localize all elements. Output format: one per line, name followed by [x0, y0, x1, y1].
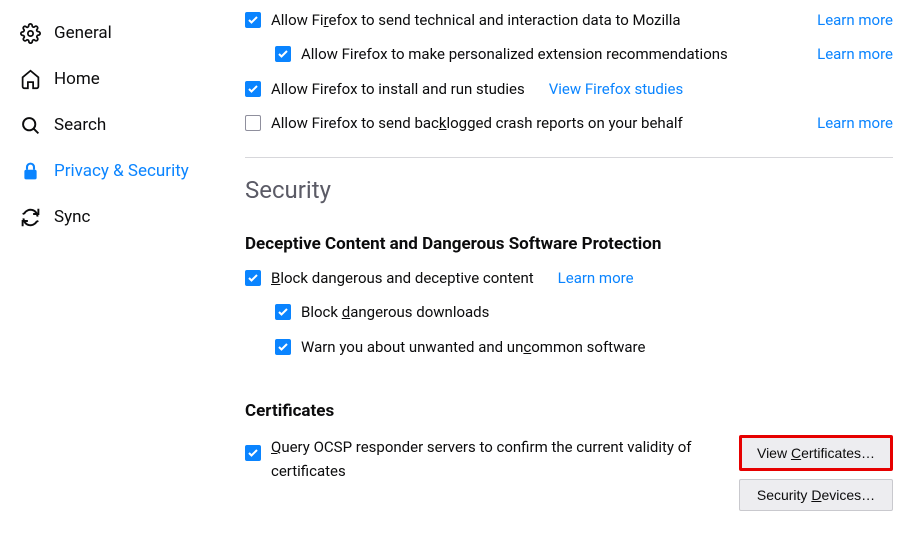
warn-uncommon-row: Warn you about unwanted and uncommon sof…	[275, 337, 893, 357]
allow-crash-label: Allow Firefox to send backlogged crash r…	[271, 113, 807, 133]
section-divider	[245, 157, 893, 158]
allow-technical-data-checkbox[interactable]	[245, 12, 261, 28]
allow-crash-row: Allow Firefox to send backlogged crash r…	[245, 113, 893, 133]
block-dangerous-label: Block dangerous and deceptive content	[271, 268, 534, 288]
block-downloads-checkbox[interactable]	[275, 304, 291, 320]
search-icon	[18, 113, 42, 137]
ocsp-checkbox[interactable]	[245, 445, 261, 461]
learn-more-link[interactable]: Learn more	[817, 113, 893, 133]
sidebar-item-label: Home	[54, 69, 100, 89]
sidebar-item-label: General	[54, 23, 112, 43]
allow-ext-rec-label: Allow Firefox to make personalized exten…	[301, 44, 793, 64]
learn-more-link[interactable]: Learn more	[817, 44, 893, 64]
view-certificates-button[interactable]: View Certificates…	[739, 435, 893, 471]
allow-ext-rec-row: Allow Firefox to make personalized exten…	[275, 44, 893, 64]
block-downloads-label: Block dangerous downloads	[301, 302, 893, 322]
allow-studies-checkbox[interactable]	[245, 81, 261, 97]
home-icon	[18, 67, 42, 91]
security-devices-button[interactable]: Security Devices…	[739, 479, 893, 511]
sidebar-item-label: Sync	[54, 207, 90, 227]
learn-more-link[interactable]: Learn more	[558, 268, 634, 288]
security-section-title: Security	[245, 176, 893, 204]
allow-crash-checkbox[interactable]	[245, 115, 261, 131]
sync-icon	[18, 205, 42, 229]
certificates-section: Certificates Query OCSP responder server…	[245, 401, 893, 511]
sidebar-item-privacy-security[interactable]: Privacy & Security	[18, 148, 210, 194]
block-downloads-row: Block dangerous downloads	[275, 302, 893, 322]
sidebar-item-search[interactable]: Search	[18, 102, 210, 148]
block-dangerous-checkbox[interactable]	[245, 270, 261, 286]
sidebar-item-general[interactable]: General	[18, 10, 210, 56]
block-dangerous-row: Block dangerous and deceptive content Le…	[245, 268, 893, 288]
gear-icon	[18, 21, 42, 45]
allow-technical-data-label: Allow Firefox to send technical and inte…	[271, 10, 793, 30]
allow-studies-row: Allow Firefox to install and run studies…	[245, 79, 893, 99]
certificates-title: Certificates	[245, 401, 893, 421]
sidebar-item-label: Privacy & Security	[54, 161, 189, 181]
allow-studies-label: Allow Firefox to install and run studies	[271, 79, 525, 99]
sidebar-item-label: Search	[54, 115, 106, 135]
sidebar: General Home Search Privacy & Security S…	[0, 0, 210, 558]
main-content: Allow Firefox to send technical and inte…	[210, 0, 915, 558]
sidebar-item-sync[interactable]: Sync	[18, 194, 210, 240]
warn-uncommon-label: Warn you about unwanted and uncommon sof…	[301, 337, 893, 357]
learn-more-link[interactable]: Learn more	[817, 10, 893, 30]
deceptive-content-title: Deceptive Content and Dangerous Software…	[245, 234, 893, 254]
view-studies-link[interactable]: View Firefox studies	[549, 79, 683, 99]
ocsp-label: Query OCSP responder servers to confirm …	[271, 435, 719, 483]
allow-technical-data-row: Allow Firefox to send technical and inte…	[245, 10, 893, 30]
sidebar-item-home[interactable]: Home	[18, 56, 210, 102]
allow-ext-rec-checkbox[interactable]	[275, 46, 291, 62]
warn-uncommon-checkbox[interactable]	[275, 339, 291, 355]
lock-icon	[18, 159, 42, 183]
